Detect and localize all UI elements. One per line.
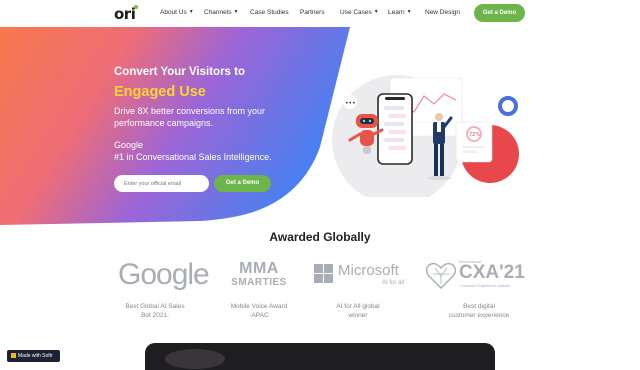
chevron-down-icon: ▼ [406,9,412,15]
nav-item-label: Channels [204,9,232,16]
cxa-logo-text: CXA'21 [459,262,525,283]
caption-line: customer experience [448,312,510,319]
logo-dot [134,5,138,9]
caption-line: -APAC [249,312,269,319]
nav-item-label: Case Studies [250,9,289,16]
caption-line: Best digital [463,303,495,310]
illustration-percent: 72% [469,132,480,138]
hero-google-line-2: #1 in Conversational Sales Intelligence. [114,152,272,162]
caption-line: Best Global AI Sales [125,303,185,310]
caption-line: Mobile Voice Award [230,303,288,310]
video-thumbnail-highlight [165,349,225,369]
video-preview[interactable] [145,343,495,370]
nav-item-partners[interactable]: Partners [300,9,325,16]
chevron-down-icon: ▼ [373,9,379,15]
nav-item-channels[interactable]: Channels ▼ [204,9,238,16]
google-award-logo: Google [118,258,210,291]
microsoft-award-caption: AI for All global winner [318,302,398,320]
caption-line: Bot 2021. [141,312,169,319]
nav-get-demo-button[interactable]: Get a Demo [474,4,525,22]
hero-gradient-background [0,27,350,225]
nav-item-label: About Us [160,9,187,16]
nav-item-label: Partners [300,9,325,16]
smarties-logo-text: SMARTIES [231,277,287,288]
nav-item-about-us[interactable]: About Us ▼ [160,9,194,16]
nav-item-use-cases[interactable]: Use Cases ▼ [340,9,379,16]
nav-item-case-studies[interactable]: Case Studies [250,9,289,16]
softr-icon [11,353,16,358]
hero-google-line-1: Google [114,140,144,150]
cxa-logo-sub: Customer Experience Awards [460,284,510,288]
mma-logo-text: MMA [239,260,279,277]
cxa-heart-icon [426,262,456,289]
mma-award-caption: Mobile Voice Award -APAC [214,302,304,320]
mma-smarties-logo: MMA SMARTIES [228,261,290,289]
cxa-award-caption: Best digital customer experience [433,302,525,320]
hero-title: Convert Your Visitors to [114,66,245,78]
microsoft-logo-text: Microsoft [338,262,399,279]
awards-heading: Awarded Globally [269,230,371,244]
nav-item-label: New Design [425,9,461,16]
microsoft-logo-sub: AI for all [382,280,405,286]
hero-section: Convert Your Visitors to Engaged Use Dri… [0,27,640,225]
hero-illustration: ••• 72% [332,75,519,197]
nav-item-label: Learn [388,9,405,16]
caption-line: AI for All global [336,303,380,310]
chevron-down-icon: ▼ [188,9,194,15]
svg-text:•••: ••• [345,100,356,107]
hero-highlight: Engaged Use [114,84,206,100]
badge-label: Made with Softr [18,353,53,359]
ori-logo[interactable]: ori [114,5,136,23]
nav-item-new-design[interactable]: New Design [425,9,460,16]
caption-line: winner [348,312,368,319]
email-input[interactable] [114,175,209,192]
chevron-down-icon: ▼ [233,9,239,15]
google-award-caption: Best Global AI Sales Bot 2021. [110,302,200,320]
hero-subtitle: Drive 8X better conversions from your pe… [114,106,266,128]
nav-item-label: Use Cases [340,9,372,16]
hero-get-demo-button[interactable]: Get a Demo [214,175,271,192]
made-with-softr-badge[interactable]: Made with Softr [7,350,60,362]
nav-item-learn[interactable]: Learn ▼ [388,9,412,16]
top-navbar: ori About Us ▼ Channels ▼ Case Studies Par… [0,0,640,27]
